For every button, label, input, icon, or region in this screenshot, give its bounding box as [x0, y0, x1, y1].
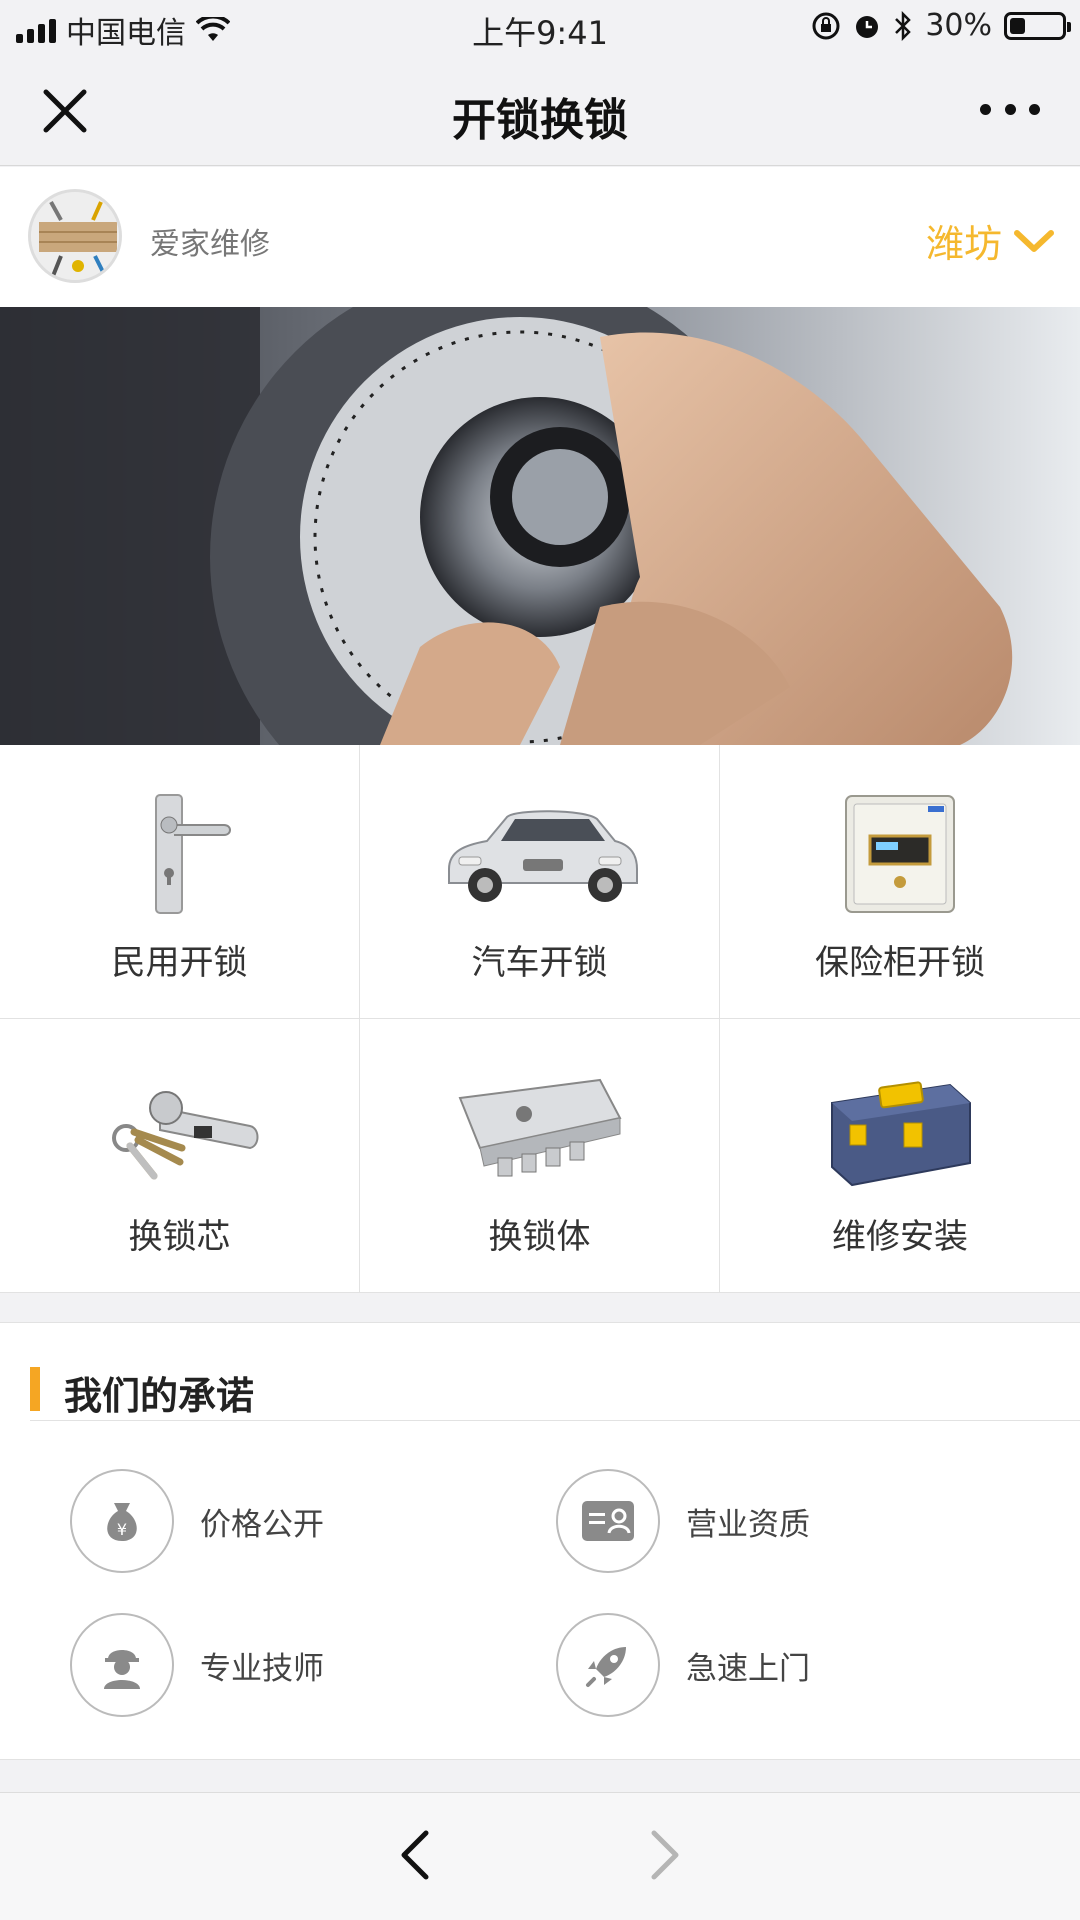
service-label: 保险柜开锁 — [815, 943, 985, 983]
shop-avatar[interactable] — [28, 189, 122, 283]
service-item-residential-unlock[interactable]: 民用开锁 — [0, 745, 360, 1019]
car-image — [435, 789, 645, 919]
battery-level — [1010, 17, 1025, 34]
money-bag-icon: ¥ — [70, 1469, 174, 1573]
service-label: 换锁芯 — [128, 1217, 231, 1257]
promise-item-price[interactable]: ¥ 价格公开 — [70, 1469, 324, 1573]
alarm-icon — [856, 15, 879, 38]
shop-name: 爱家维修 — [150, 227, 270, 262]
promise-label: 营业资质 — [686, 1506, 810, 1543]
promise-label: 急速上门 — [686, 1650, 810, 1687]
service-item-safe-unlock[interactable]: 保险柜开锁 — [720, 745, 1080, 1019]
status-bar: 中国电信 上午9:41 30% — [0, 0, 1080, 56]
page-title: 开锁换锁 — [452, 95, 628, 146]
technician-icon — [70, 1613, 174, 1717]
service-label: 维修安装 — [832, 1217, 968, 1257]
city-selector[interactable]: 潍坊 — [926, 213, 1054, 268]
nav-bar: 开锁换锁 — [0, 56, 1080, 166]
promise-label: 专业技师 — [200, 1650, 324, 1687]
lock-cylinder-keys-image — [75, 1063, 285, 1193]
battery-percent: 30% — [925, 8, 992, 43]
banner-image[interactable] — [0, 307, 1080, 745]
promise-section: 我们的承诺 ¥ 价格公开 营业资质 专业技师 急速上门 — [0, 1322, 1080, 1760]
battery-icon — [1004, 11, 1071, 40]
orientation-lock-icon — [812, 12, 840, 39]
forward-arrow-icon[interactable] — [640, 1825, 690, 1885]
promise-item-technician[interactable]: 专业技师 — [70, 1613, 324, 1717]
promise-header: 我们的承诺 — [30, 1347, 1080, 1421]
service-label: 汽车开锁 — [471, 943, 608, 983]
service-item-replace-cylinder[interactable]: 换锁芯 — [0, 1019, 360, 1293]
service-item-replace-lock-body[interactable]: 换锁体 — [360, 1019, 720, 1293]
promise-item-fast-service[interactable]: 急速上门 — [556, 1613, 810, 1717]
service-label: 换锁体 — [488, 1217, 591, 1257]
service-item-car-unlock[interactable]: 汽车开锁 — [360, 745, 720, 1019]
safe-dial-hand-image — [0, 307, 1080, 745]
mortise-lock-body-image — [435, 1063, 645, 1193]
section-title: 我们的承诺 — [64, 1374, 255, 1418]
more-icon[interactable] — [980, 94, 1040, 124]
service-item-repair-install[interactable]: 维修安装 — [720, 1019, 1080, 1293]
service-label: 民用开锁 — [111, 943, 248, 983]
chevron-down-icon — [1014, 229, 1054, 252]
status-right: 30% — [811, 8, 1071, 43]
city-label: 潍坊 — [925, 222, 1002, 266]
back-arrow-icon[interactable] — [390, 1825, 440, 1885]
svg-text:¥: ¥ — [117, 1520, 127, 1539]
service-grid: 民用开锁 汽车开锁 保险柜开锁 换锁芯 换锁体 维修安装 — [0, 745, 1080, 1293]
door-handle-lock-image — [75, 789, 285, 919]
toolbox-image — [795, 1063, 1005, 1193]
promise-item-license[interactable]: 营业资质 — [556, 1469, 810, 1573]
rocket-icon — [556, 1613, 660, 1717]
shop-header: 爱家维修 潍坊 — [0, 167, 1080, 307]
bluetooth-icon — [895, 10, 912, 41]
safe-image — [795, 789, 1005, 919]
id-card-icon — [556, 1469, 660, 1573]
promise-label: 价格公开 — [200, 1506, 324, 1543]
section-accent-bar — [30, 1367, 40, 1411]
tools-logo-icon — [31, 192, 119, 280]
browser-toolbar — [0, 1792, 1080, 1920]
